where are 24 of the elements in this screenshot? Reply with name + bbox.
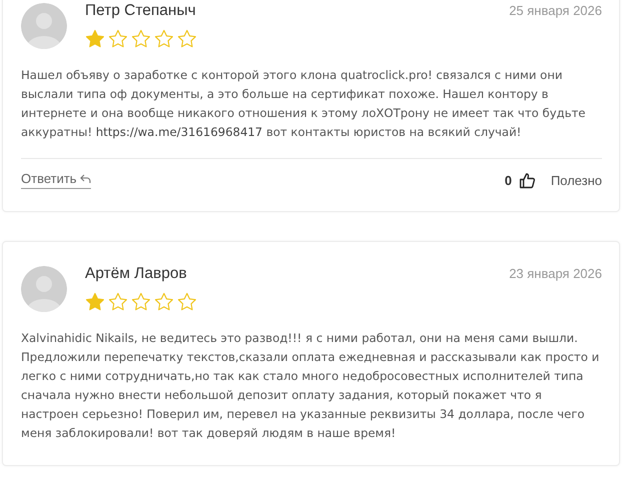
- empty-star-icon: [131, 292, 151, 312]
- empty-star-icon: [154, 292, 174, 312]
- empty-star-icon: [154, 29, 174, 49]
- reply-link[interactable]: Ответить: [21, 171, 91, 189]
- review-date: 25 января 2026: [509, 3, 602, 18]
- thumbs-up-icon[interactable]: [518, 172, 536, 188]
- helpful-label[interactable]: Полезно: [550, 172, 602, 188]
- avatar-icon: [21, 3, 67, 49]
- review-date: 23 января 2026: [509, 266, 602, 281]
- filled-star-icon: [85, 292, 105, 312]
- author-name: Артём Лавров: [85, 265, 187, 283]
- empty-star-icon: [108, 29, 128, 49]
- empty-star-icon: [177, 292, 197, 312]
- avatar-icon: [21, 266, 67, 312]
- review-text: Xalvinahidic Nikails, не ведитесь это развод!!! я с ними работал, они на меня сами вышли. Предложили перепечатку текстов,сказали оплата ежедневная и рассказывали как просто и легко с ними сотрудничать,но так как стало много недобросовестных исполнителей типа сначала нужно внести небольшой депозит оплату задания, который покажет что я настроен серьезно! Поверил им, перевел на указанные реквизиты 34 доллара, после чего меня заблокировали! вот так доверяй людям в наше время!: [21, 330, 600, 442]
- author-name: Петр Степаныч: [85, 2, 196, 20]
- review-text: Нашел объяву о заработке с конторой этого клона quatroclick.pro! связался с ними они выслали типа оф документы, а это больше на сертификат похоже. Нашел контору в интернете и она вообще никакого отношения к этому лоХОТрону не имеет так что будьте аккуратны! https://wa.me/31616968417 вот контакты юристов на всякий случай!: [21, 67, 586, 141]
- empty-star-icon: [131, 29, 151, 49]
- contact-link[interactable]: https://wa.me/31616968417: [96, 125, 262, 139]
- reply-icon: [80, 174, 91, 184]
- filled-star-icon: [85, 29, 105, 49]
- empty-star-icon: [108, 292, 128, 312]
- like-count: 0: [504, 172, 512, 188]
- empty-star-icon: [177, 29, 197, 49]
